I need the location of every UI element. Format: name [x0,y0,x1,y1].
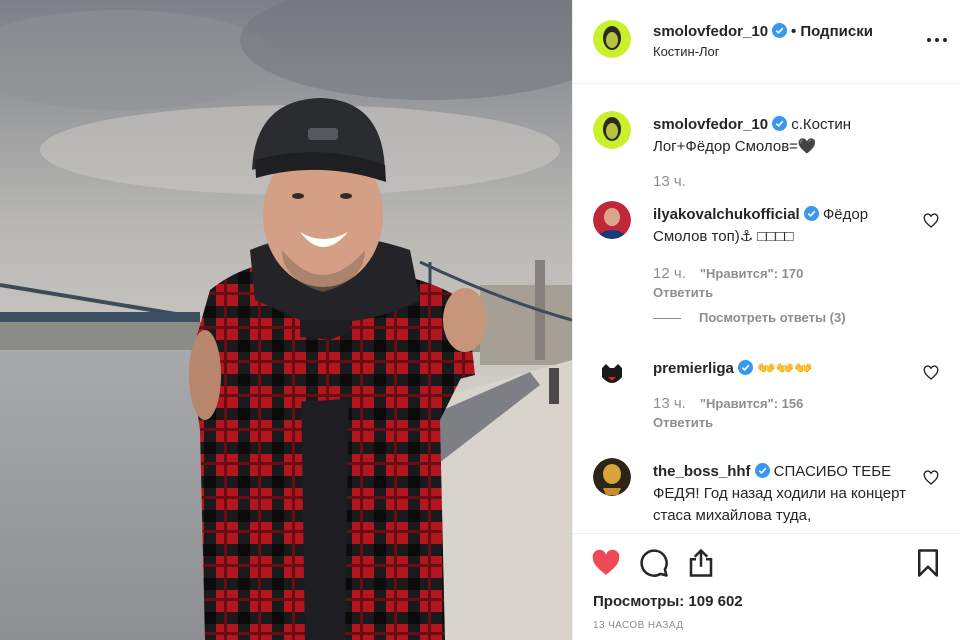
comment-meta: 13 ч. [653,173,700,190]
comment-username[interactable]: ilyakovalchukofficial [653,206,800,223]
comment-text: premierliga 👐👐👐 [653,358,911,380]
comment-meta: 12 ч. "Нравится": 170 [653,265,803,282]
comment-time[interactable]: 13 ч. [653,395,686,412]
post-video[interactable] [0,0,572,640]
comment-icon[interactable] [639,548,669,578]
view-count[interactable]: Просмотры: 109 602 [593,593,743,610]
comment-time[interactable]: 13 ч. [653,173,686,190]
like-comment-heart-icon[interactable] [923,365,939,381]
verified-icon [803,206,819,221]
post-header: smolovfedor_10 • Подписки Костин-Лог [573,0,960,84]
comment-time[interactable]: 12 ч. [653,265,686,282]
author-line: smolovfedor_10 • Подписки [653,23,873,40]
comment-username[interactable]: smolovfedor_10 [653,116,768,133]
more-icon[interactable] [925,30,949,50]
view-replies-button[interactable]: Посмотреть ответы (3) [653,310,846,325]
comment-likes[interactable]: "Нравится": 156 [700,396,804,411]
replies-divider [653,318,681,320]
share-icon[interactable] [686,548,716,578]
post-photo [0,0,572,640]
comment-username[interactable]: premierliga [653,360,734,377]
comment-text: smolovfedor_10 с.Костин Лог+Фёдор Смолов… [653,114,911,158]
post-actions: Просмотры: 109 602 13 часов назад [573,533,960,640]
post-side-panel: smolovfedor_10 • Подписки Костин-Лог smolo… [572,0,960,640]
reply-button[interactable]: Ответить [653,285,713,300]
heart-icon[interactable] [591,548,621,578]
view-replies-label: Посмотреть ответы (3) [699,310,846,325]
comment-avatar[interactable] [593,458,631,496]
comment-text: ilyakovalchukofficial Фёдор Смолов топ)⚓… [653,204,911,248]
verified-icon [772,23,788,38]
comment-avatar[interactable] [593,201,631,239]
post-timestamp[interactable]: 13 часов назад [593,620,683,631]
like-comment-heart-icon[interactable] [923,213,939,229]
comment-avatar[interactable] [593,111,631,149]
bookmark-icon[interactable] [913,548,943,578]
author-username[interactable]: smolovfedor_10 [653,23,768,40]
post-location[interactable]: Костин-Лог [653,44,720,59]
comment-text: the_boss_hhf СПАСИБО ТЕБЕ ФЕДЯ! Год наза… [653,461,911,527]
comments-list[interactable]: smolovfedor_10 с.Костин Лог+Фёдор Смолов… [573,85,960,533]
author-avatar[interactable] [593,20,631,58]
verified-icon [754,463,770,478]
comment-body: 👐👐👐 [752,360,814,377]
comment-meta: 13 ч. "Нравится": 156 [653,395,803,412]
comment-username[interactable]: the_boss_hhf [653,463,751,480]
following-button[interactable]: Подписки [800,23,873,40]
separator-dot: • [791,23,797,40]
reply-button[interactable]: Ответить [653,415,713,430]
verified-icon [772,116,788,131]
verified-icon [737,360,753,375]
comment-likes[interactable]: "Нравится": 170 [700,266,804,281]
comment-avatar[interactable] [593,355,631,393]
like-comment-heart-icon[interactable] [923,470,939,486]
